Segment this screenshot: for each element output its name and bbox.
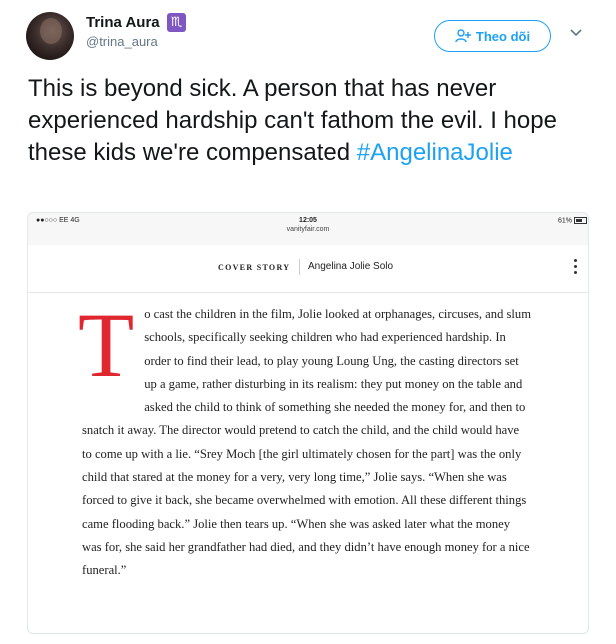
follow-button[interactable]: Theo dõi [434, 20, 551, 52]
article-nav-bar: COVER STORY Angelina Jolie Solo [28, 245, 588, 293]
user-handle[interactable]: @trina_aura [86, 34, 186, 49]
nav-article-title: Angelina Jolie Solo [308, 261, 394, 272]
drop-cap: T [78, 294, 135, 396]
battery-indicator: 61% [558, 217, 587, 224]
tweet-header: Trina Aura ♏ @trina_aura Theo dõi [0, 0, 616, 64]
chevron-down-icon[interactable] [569, 28, 583, 38]
article-body: o cast the children in the film, Jolie l… [82, 307, 532, 578]
status-time: 12:05 [299, 217, 317, 224]
add-user-icon [455, 29, 471, 43]
attached-screenshot[interactable]: ●●○○○ EE 4G 12:05 vanityfair.com 61% COV… [27, 212, 589, 634]
article-text: T o cast the children in the film, Jolie… [78, 299, 532, 583]
battery-icon [573, 217, 587, 224]
status-url: vanityfair.com [286, 226, 330, 233]
follow-button-label: Theo dõi [475, 28, 531, 44]
hashtag-link[interactable]: #AngelinaJolie [357, 139, 513, 166]
battery-percent: 61% [558, 217, 573, 225]
tweet-text: This is beyond sick. A person that has n… [28, 73, 588, 169]
more-menu-icon [574, 259, 578, 277]
display-name[interactable]: Trina Aura [86, 14, 160, 31]
user-name-block[interactable]: Trina Aura ♏ @trina_aura [86, 13, 187, 49]
phone-status-bar: ●●○○○ EE 4G 12:05 vanityfair.com 61% [28, 213, 588, 245]
nav-section-label: COVER STORY [218, 263, 291, 272]
scorpio-emoji-icon: ♏ [167, 13, 187, 32]
nav-divider [299, 259, 300, 275]
avatar[interactable] [26, 12, 74, 60]
